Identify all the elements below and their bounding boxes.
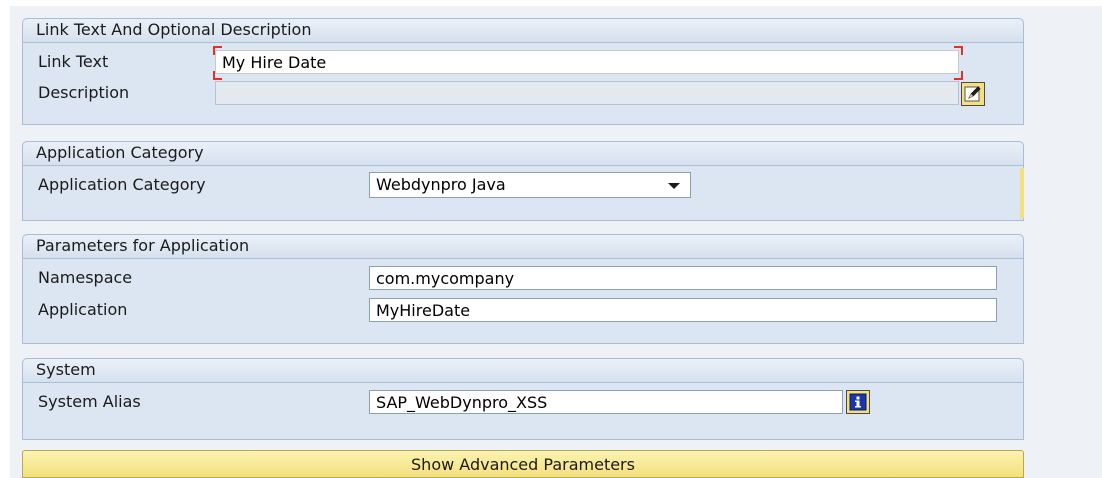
link-text-label: Link Text [38,52,109,71]
link-text-group-title: Link Text And Optional Description [23,19,1023,43]
system-alias-input[interactable] [369,390,843,414]
parameters-group: Parameters for Application Namespace App… [22,234,1024,344]
edit-pencil-icon[interactable] [961,82,985,106]
required-marker-bottom-right [954,71,963,80]
description-row: Description [23,80,1023,106]
description-input [215,81,959,105]
application-category-dropdown[interactable]: Webdynpro Java [369,172,691,198]
application-category-group: Application Category Application Categor… [22,141,1024,221]
required-marker-top-left [213,46,222,55]
application-category-value: Webdynpro Java [376,175,506,194]
system-group: System System Alias [22,358,1024,440]
link-text-group: Link Text And Optional Description Link … [22,18,1024,125]
info-icon[interactable] [846,390,870,414]
application-input[interactable] [369,298,997,322]
link-text-input[interactable] [215,50,959,74]
namespace-label: Namespace [38,268,133,287]
application-category-label: Application Category [38,175,206,194]
required-marker-top-right [954,46,963,55]
namespace-row: Namespace [23,265,1023,291]
system-alias-label: System Alias [38,392,141,411]
show-advanced-parameters-button[interactable]: Show Advanced Parameters [22,450,1024,478]
application-category-group-title: Application Category [23,142,1023,166]
link-text-row: Link Text [23,46,1023,80]
application-row: Application [23,297,1023,323]
description-label: Description [38,83,130,102]
chevron-down-icon[interactable] [668,183,680,189]
required-marker-bottom-left [213,71,222,80]
system-alias-row: System Alias [23,389,1023,415]
parameters-group-title: Parameters for Application [23,235,1023,259]
application-category-row: Application Category Webdynpro Java [23,172,1023,198]
application-label: Application [38,300,128,319]
system-group-title: System [23,359,1023,383]
namespace-input[interactable] [369,266,997,290]
